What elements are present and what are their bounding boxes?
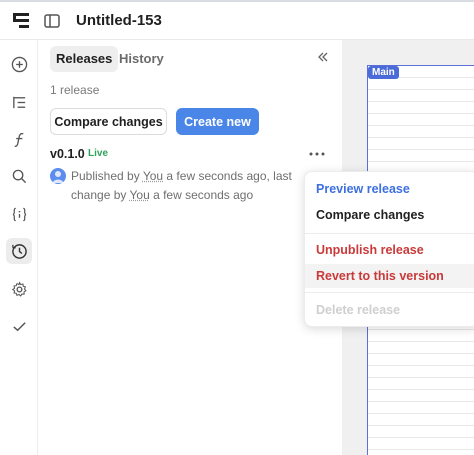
layers-icon: [12, 96, 25, 108]
meta-prefix: Published by: [71, 169, 143, 183]
menu-divider: [305, 233, 474, 234]
menu-item-delete-release: Delete release: [316, 303, 401, 317]
menu-divider: [305, 292, 474, 293]
top-bar: Untitled-153: [0, 0, 474, 40]
release-count: 1 release: [50, 83, 100, 97]
live-badge: Live: [88, 148, 109, 159]
release-version[interactable]: v0.1.0: [50, 147, 85, 161]
sidebar-toggle-icon[interactable]: [44, 13, 60, 29]
publisher-link[interactable]: You: [143, 169, 163, 183]
plus-circle-icon: [11, 56, 27, 72]
release-meta: Published by You a few seconds ago, last…: [71, 167, 301, 205]
menu-item-compare-changes[interactable]: Compare changes: [305, 203, 474, 227]
release-context-menu: Preview release Compare changes Unpublis…: [304, 171, 474, 327]
add-button[interactable]: [6, 51, 32, 77]
layers-button[interactable]: [6, 89, 32, 115]
meta-suffix: a few seconds ago: [149, 188, 254, 202]
user-avatar-icon: [52, 171, 64, 183]
function-icon: [13, 132, 23, 147]
more-options-icon[interactable]: [308, 148, 326, 160]
check-button[interactable]: [6, 313, 32, 339]
history-button[interactable]: [6, 238, 32, 264]
menu-item-preview-release[interactable]: Preview release: [305, 177, 474, 201]
checkmark-icon: [12, 321, 26, 331]
create-new-button[interactable]: Create new: [176, 108, 259, 135]
editor-link[interactable]: You: [130, 188, 150, 202]
functions-button[interactable]: [6, 126, 32, 152]
artboard-label[interactable]: Main: [368, 66, 399, 79]
search-button[interactable]: [6, 163, 32, 189]
tab-releases[interactable]: Releases: [50, 46, 119, 72]
history-clock-icon: [11, 243, 27, 259]
icon-rail: [0, 40, 38, 455]
compare-changes-button[interactable]: Compare changes: [50, 108, 167, 135]
double-chevron-left-icon[interactable]: [316, 50, 330, 64]
variables-button[interactable]: [6, 201, 32, 227]
settings-button[interactable]: [6, 276, 32, 302]
tab-history[interactable]: History: [113, 46, 170, 72]
framer-logo-icon[interactable]: [12, 12, 30, 30]
releases-panel: Releases History 1 release Compare chang…: [38, 40, 342, 455]
settings-icon: [11, 280, 27, 297]
menu-item-unpublish-release[interactable]: Unpublish release: [305, 238, 474, 262]
variables-icon: [12, 207, 26, 221]
menu-item-revert-version[interactable]: Revert to this version: [305, 264, 474, 288]
document-title[interactable]: Untitled-153: [76, 12, 162, 29]
search-icon: [12, 169, 26, 183]
avatar: [50, 168, 66, 184]
